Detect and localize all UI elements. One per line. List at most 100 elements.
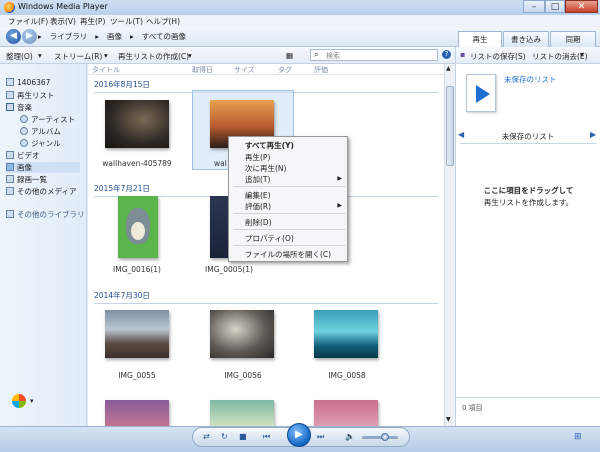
- col-title[interactable]: タイトル: [92, 65, 120, 75]
- menu-help[interactable]: ヘルプ(H): [146, 16, 180, 27]
- thumbnail-caption: IMG_0055: [118, 371, 156, 380]
- tab-sync[interactable]: 同期: [550, 31, 596, 47]
- context-menu: すべて再生(Y) 再生(P) 次に再生(N) 追加(T) ▶ 編集(E) 評価(…: [228, 136, 348, 262]
- repeat-icon[interactable]: ↻: [221, 432, 228, 441]
- music-note-icon: [6, 103, 14, 111]
- search-input[interactable]: ⌕ 検索: [310, 49, 438, 61]
- maximize-button[interactable]: □: [545, 0, 565, 13]
- ctx-rate[interactable]: 評価(R): [245, 201, 271, 212]
- volume-slider[interactable]: [362, 436, 398, 439]
- scroll-down-icon[interactable]: ▼: [446, 416, 451, 423]
- picture-icon: [6, 163, 14, 171]
- ctx-add[interactable]: 追加(T): [245, 174, 270, 185]
- nav-item-playlists[interactable]: 再生リスト: [6, 90, 55, 101]
- nav-item-album[interactable]: アルバム: [20, 126, 61, 137]
- playlist-options-icon[interactable]: ▾: [580, 50, 584, 59]
- playlist-prev-arrow-icon[interactable]: ◀: [458, 130, 464, 139]
- playlist-icon: [6, 91, 14, 99]
- tab-play[interactable]: 再生: [458, 31, 502, 47]
- stream-button[interactable]: ストリーム(R): [54, 51, 102, 62]
- menu-separator: [233, 245, 345, 246]
- ctx-edit[interactable]: 編集(E): [245, 190, 271, 201]
- menu-view[interactable]: 表示(V): [50, 16, 76, 27]
- thumbnail-wallhaven-405789[interactable]: [105, 100, 169, 148]
- other-libraries-icon: [6, 210, 14, 218]
- col-size[interactable]: サイズ: [234, 65, 255, 75]
- play-button[interactable]: ▶: [287, 423, 311, 447]
- nav-user-label: 1406367: [17, 78, 51, 87]
- scrollbar-thumb[interactable]: [446, 86, 454, 166]
- content-scrollbar[interactable]: ▲ ▼: [444, 64, 455, 426]
- save-list-button[interactable]: リストの保存(S): [470, 51, 526, 62]
- playlist-next-arrow-icon[interactable]: ▶: [590, 130, 596, 139]
- forward-arrow-icon[interactable]: ▶: [22, 29, 37, 44]
- unsaved-list-link[interactable]: 未保存のリスト: [504, 74, 557, 85]
- close-button[interactable]: ✕: [565, 0, 598, 13]
- ctx-play-next[interactable]: 次に再生(N): [245, 163, 286, 174]
- view-options-icon[interactable]: ▦: [286, 51, 293, 60]
- thumbnail-img-0016[interactable]: [118, 196, 158, 258]
- thumbnail-img-0055[interactable]: [105, 310, 169, 358]
- thumbnail-partial[interactable]: [314, 400, 378, 426]
- menu-play[interactable]: 再生(P): [80, 16, 105, 27]
- menu-file[interactable]: ファイル(F): [8, 16, 48, 27]
- playlist-document-icon: [466, 74, 496, 112]
- col-tags[interactable]: タグ: [278, 65, 292, 75]
- ctx-properties[interactable]: プロパティ(O): [245, 233, 294, 244]
- search-placeholder: 検索: [326, 52, 340, 60]
- volume-icon[interactable]: 🔈: [345, 432, 355, 441]
- ctx-open-file-location[interactable]: ファイルの場所を開く(C): [245, 249, 331, 260]
- nav-item-video[interactable]: ビデオ: [6, 150, 40, 161]
- nav-item-other-media[interactable]: その他のメディア: [6, 186, 76, 197]
- help-icon[interactable]: ?: [442, 50, 451, 59]
- thumbnail-caption: IMG_0016(1): [113, 265, 161, 274]
- ctx-play-all[interactable]: すべて再生(Y): [245, 140, 294, 151]
- nav-item-recordings[interactable]: 録画一覧: [6, 174, 47, 185]
- thumbnail-img-0058[interactable]: [314, 310, 378, 358]
- genre-icon: [20, 139, 28, 147]
- back-arrow-icon[interactable]: ◀: [6, 29, 21, 44]
- thumbnail-partial[interactable]: [105, 400, 169, 426]
- scroll-up-icon[interactable]: ▲: [446, 65, 451, 72]
- switch-to-now-playing-icon[interactable]: ⊞: [574, 432, 582, 442]
- breadcrumb-pictures[interactable]: 画像: [107, 32, 122, 41]
- dropdown-arrow-icon[interactable]: ▾: [30, 397, 34, 405]
- minimize-button[interactable]: –: [523, 0, 545, 13]
- tab-burn[interactable]: 書き込み: [503, 31, 549, 47]
- nav-label: 録画一覧: [17, 175, 47, 184]
- playlist-pane: 未保存のリスト ◀ 未保存のリスト ▶ ここに項目をドラッグして 再生リストを作…: [455, 64, 600, 426]
- nav-user[interactable]: 1406367: [6, 78, 50, 87]
- thumbnail-partial[interactable]: [210, 400, 274, 426]
- nav-item-genre[interactable]: ジャンル: [20, 138, 61, 149]
- submenu-arrow-icon: ▶: [337, 202, 342, 209]
- volume-slider-thumb[interactable]: [381, 433, 389, 441]
- nav-item-music[interactable]: 音楽: [6, 102, 32, 113]
- next-icon[interactable]: ⏭: [317, 432, 324, 442]
- thumbnail-img-0056[interactable]: [210, 310, 274, 358]
- video-icon: [6, 151, 14, 159]
- menu-tools[interactable]: ツール(T): [110, 16, 143, 27]
- breadcrumb-library[interactable]: ライブラリ: [50, 32, 88, 41]
- shuffle-icon[interactable]: ⇄: [203, 432, 210, 441]
- nav-other-libraries[interactable]: その他のライブラリ: [6, 209, 85, 220]
- playlist-divider: [460, 143, 597, 144]
- col-rating[interactable]: 評価: [314, 65, 328, 75]
- stop-icon[interactable]: ■: [239, 432, 247, 441]
- breadcrumb-separator: ▸: [38, 32, 42, 41]
- nav-item-pictures[interactable]: 画像: [6, 162, 80, 173]
- menu-separator: [233, 186, 345, 187]
- breadcrumb-separator: ▸: [130, 32, 134, 41]
- previous-icon[interactable]: ⏮: [263, 432, 270, 442]
- breadcrumb-all-pictures[interactable]: すべての画像: [142, 32, 186, 41]
- nav-item-artist[interactable]: アーティスト: [20, 114, 75, 125]
- drag-hint-body: 再生リストを作成します。: [483, 198, 574, 207]
- windows-start-icon[interactable]: [12, 394, 26, 408]
- create-playlist-button[interactable]: 再生リストの作成(C): [118, 51, 189, 62]
- ctx-delete[interactable]: 削除(D): [245, 217, 272, 228]
- nav-label: 再生リスト: [17, 91, 55, 100]
- organize-button[interactable]: 整理(O): [6, 51, 33, 62]
- playlist-footer-divider: [456, 397, 600, 398]
- col-date[interactable]: 取得日: [192, 65, 213, 75]
- ctx-play[interactable]: 再生(P): [245, 152, 270, 163]
- playlist-item-count: 0 項目: [462, 404, 483, 412]
